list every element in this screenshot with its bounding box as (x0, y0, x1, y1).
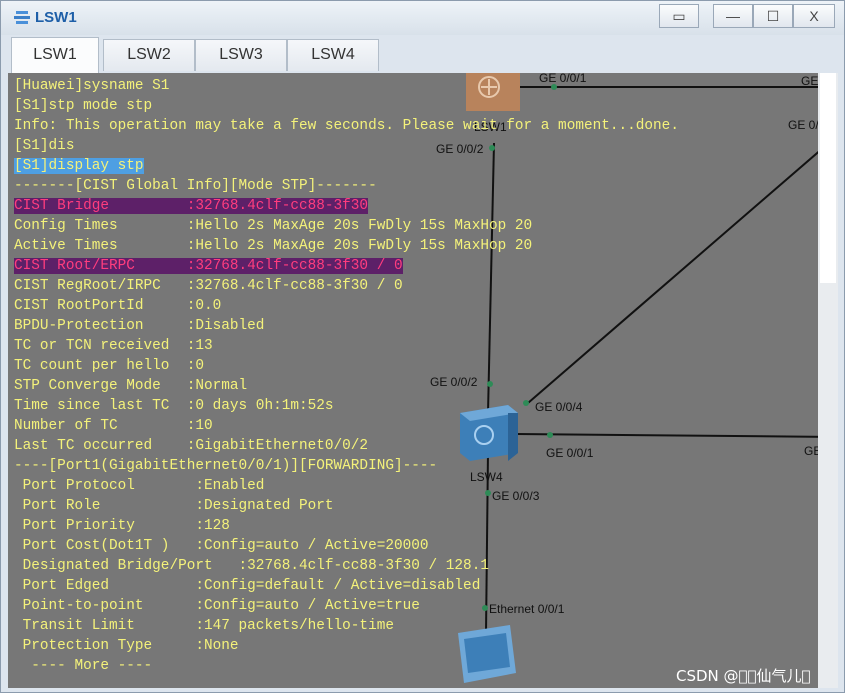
terminal-line: -------[CIST Global Info][Mode STP]-----… (14, 176, 814, 196)
terminal-line: Port Edged :Config=default / Active=disa… (14, 576, 814, 596)
terminal-line-text: [S1]dis (14, 138, 75, 154)
terminal-line-text: Transit Limit :147 packets/hello-time (14, 618, 394, 634)
terminal-line-text: ---- More ---- (14, 658, 153, 674)
terminal-line-text: [S1]display stp (14, 158, 144, 174)
terminal-line: Port Cost(Dot1T ) :Config=auto / Active=… (14, 536, 814, 556)
terminal-line: Config Times :Hello 2s MaxAge 20s FwDly … (14, 216, 814, 236)
terminal-line-text: Time since last TC :0 days 0h:1m:52s (14, 398, 334, 414)
title-bar[interactable]: LSW1 ▭ — ☐ X (1, 1, 844, 35)
terminal-line: CIST RegRoot/IRPC :32768.4clf-cc88-3f30 … (14, 276, 814, 296)
terminal-line-text: Active Times :Hello 2s MaxAge 20s FwDly … (14, 238, 533, 254)
terminal-line: Port Role :Designated Port (14, 496, 814, 516)
terminal-line-text: Port Edged :Config=default / Active=disa… (14, 578, 481, 594)
terminal-line-text: Number of TC :10 (14, 418, 213, 434)
lsw1-window: LSW1 ▭ — ☐ X LSW1 LSW2 LSW3 LSW4 LSW1 LS… (0, 0, 845, 693)
vertical-scrollbar[interactable] (818, 73, 838, 688)
terminal-line: Point-to-point :Config=auto / Active=tru… (14, 596, 814, 616)
terminal-line: TC count per hello :0 (14, 356, 814, 376)
tab-lsw2[interactable]: LSW2 (103, 39, 195, 71)
terminal-line-text: -------[CIST Global Info][Mode STP]-----… (14, 178, 377, 194)
terminal-line-text: Port Role :Designated Port (14, 498, 334, 514)
close-button[interactable]: X (793, 4, 835, 28)
terminal-line: Protection Type :None (14, 636, 814, 656)
terminal-line: ----[Port1(GigabitEthernet0/0/1)][FORWAR… (14, 456, 814, 476)
terminal-line-text: Port Protocol :Enabled (14, 478, 265, 494)
terminal-line: TC or TCN received :13 (14, 336, 814, 356)
terminal-line: Designated Bridge/Port :32768.4clf-cc88-… (14, 556, 814, 576)
terminal-line: Last TC occurred :GigabitEthernet0/0/2 (14, 436, 814, 456)
terminal-line-text: CIST RootPortId :0.0 (14, 298, 222, 314)
window-title: LSW1 (35, 9, 77, 26)
terminal-line-text: Port Priority :128 (14, 518, 230, 534)
terminal-line-text: Port Cost(Dot1T ) :Config=auto / Active=… (14, 538, 429, 554)
minimize-button[interactable]: — (713, 4, 753, 28)
terminal-line-text: [Huawei]sysname S1 (14, 78, 170, 94)
terminal-line-text: Last TC occurred :GigabitEthernet0/0/2 (14, 438, 369, 454)
terminal-line-text: STP Converge Mode :Normal (14, 378, 248, 394)
terminal-line-text: Point-to-point :Config=auto / Active=tru… (14, 598, 420, 614)
watermark: CSDN @  仙气儿  (676, 667, 811, 685)
terminal-line-text: CIST Bridge :32768.4clf-cc88-3f30 (14, 198, 369, 214)
terminal-line-text: Protection Type :None (14, 638, 239, 654)
terminal-line: [Huawei]sysname S1 (14, 76, 814, 96)
terminal-line-text: BPDU-Protection :Disabled (14, 318, 265, 334)
terminal-line: Active Times :Hello 2s MaxAge 20s FwDly … (14, 236, 814, 256)
terminal-line: CIST Bridge :32768.4clf-cc88-3f30 (14, 196, 814, 216)
terminal-line-text: CIST RegRoot/IRPC :32768.4clf-cc88-3f30 … (14, 278, 403, 294)
terminal-line-text: [S1]stp mode stp (14, 98, 153, 114)
restore-button[interactable]: ▭ (659, 4, 699, 28)
terminal-line: Port Priority :128 (14, 516, 814, 536)
terminal-line-text: Info: This operation may take a few seco… (14, 118, 679, 134)
terminal-line: Time since last TC :0 days 0h:1m:52s (14, 396, 814, 416)
terminal-line: [S1]dis (14, 136, 814, 156)
tab-lsw1[interactable]: LSW1 (11, 37, 99, 73)
terminal-line-text: TC or TCN received :13 (14, 338, 213, 354)
terminal-line-text: ----[Port1(GigabitEthernet0/0/1)][FORWAR… (14, 458, 438, 474)
terminal-line-text: CIST Root/ERPC :32768.4clf-cc88-3f30 / 0 (14, 258, 403, 274)
terminal-line: Transit Limit :147 packets/hello-time (14, 616, 814, 636)
terminal-line: STP Converge Mode :Normal (14, 376, 814, 396)
terminal-line-text: Designated Bridge/Port :32768.4clf-cc88-… (14, 558, 489, 574)
tab-lsw3[interactable]: LSW3 (195, 39, 287, 71)
restore-icon: ▭ (672, 8, 686, 24)
close-icon: X (809, 8, 819, 24)
terminal-line: [S1]display stp (14, 156, 814, 176)
terminal-line: CIST Root/ERPC :32768.4clf-cc88-3f30 / 0 (14, 256, 814, 276)
tab-lsw4[interactable]: LSW4 (287, 39, 379, 71)
terminal-line: [S1]stp mode stp (14, 96, 814, 116)
maximize-icon: ☐ (766, 8, 780, 24)
switch-app-icon (14, 11, 30, 24)
terminal-line-text: Config Times :Hello 2s MaxAge 20s FwDly … (14, 218, 533, 234)
terminal-line: Port Protocol :Enabled (14, 476, 814, 496)
scrollbar-thumb[interactable] (820, 73, 836, 283)
terminal-line: Number of TC :10 (14, 416, 814, 436)
terminal-line: Info: This operation may take a few seco… (14, 116, 814, 136)
maximize-button[interactable]: ☐ (753, 4, 793, 28)
terminal-output[interactable]: [Huawei]sysname S1 [S1]stp mode stp Info: … (14, 76, 814, 676)
terminal-line: BPDU-Protection :Disabled (14, 316, 814, 336)
terminal-line-text: TC count per hello :0 (14, 358, 204, 374)
terminal-line: CIST RootPortId :0.0 (14, 296, 814, 316)
minimize-icon: — (726, 8, 740, 24)
console-area[interactable]: LSW1 LSW4 GE 0/0/1 GE 0/0/2 GE 0/0 GE 0/… (8, 73, 838, 688)
